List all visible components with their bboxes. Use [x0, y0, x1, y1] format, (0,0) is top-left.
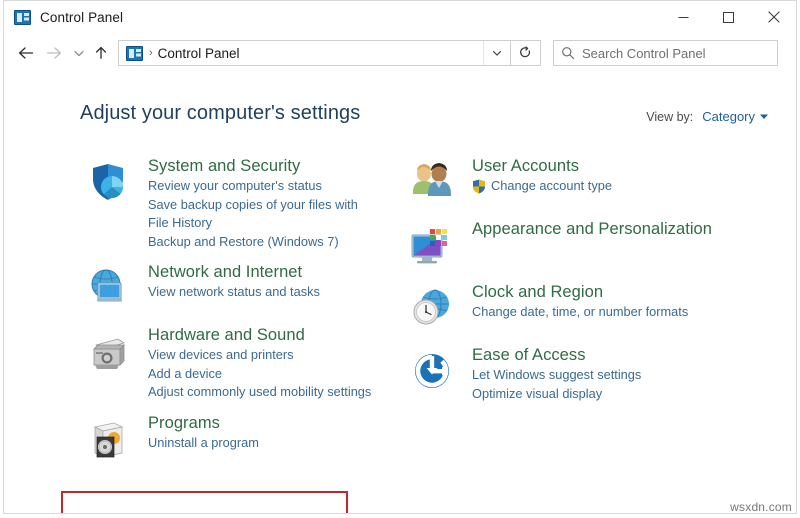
category-link[interactable]: Add a device	[148, 365, 380, 384]
refresh-button[interactable]	[511, 40, 541, 66]
category-link-label: Change account type	[491, 178, 612, 193]
ease-of-access-icon	[408, 347, 458, 397]
recent-locations-button[interactable]	[68, 39, 90, 67]
breadcrumb-separator: ›	[149, 47, 153, 59]
left-category-column: System and Security Review your computer…	[80, 156, 380, 476]
watermark: wsxdn.com	[730, 500, 792, 514]
category-link[interactable]: Let Windows suggest settings	[472, 366, 724, 385]
user-accounts-people-icon	[408, 158, 458, 208]
category-link[interactable]: Optimize visual display	[472, 385, 724, 404]
search-input[interactable]	[582, 45, 767, 61]
category-title[interactable]: User Accounts	[472, 156, 724, 177]
category-link[interactable]: Uninstall a program	[148, 434, 380, 453]
chevron-down-icon[interactable]	[760, 113, 768, 122]
network-globe-icon	[84, 264, 134, 314]
title-bar: Control Panel	[4, 1, 796, 33]
category-link[interactable]: Adjust commonly used mobility settings	[148, 383, 380, 402]
category-title[interactable]: System and Security	[148, 156, 380, 177]
category-title[interactable]: Clock and Region	[472, 282, 724, 303]
close-button[interactable]	[751, 1, 796, 33]
content-area: Adjust your computer's settings View by:…	[4, 73, 796, 513]
highlight-annotation-box	[61, 491, 348, 513]
uac-shield-icon	[472, 179, 486, 194]
programs-cd-box-icon	[84, 415, 134, 465]
maximize-button[interactable]	[706, 1, 751, 33]
navigation-bar: › Control Panel	[4, 33, 796, 73]
category-title[interactable]: Programs	[148, 413, 380, 434]
category-user-accounts: User Accounts Change account type	[404, 156, 724, 208]
category-system-and-security: System and Security Review your computer…	[80, 156, 380, 251]
view-by-control: View by: Category	[646, 109, 768, 124]
control-panel-icon	[126, 45, 143, 61]
category-clock-and-region: Clock and Region Change date, time, or n…	[404, 282, 724, 334]
minimize-button[interactable]	[661, 1, 706, 33]
appearance-monitor-icon	[408, 221, 458, 271]
category-appearance-and-personalization: Appearance and Personalization	[404, 219, 724, 271]
category-link[interactable]: Change account type	[472, 177, 724, 196]
printer-icon	[84, 327, 134, 377]
category-link[interactable]: View devices and printers	[148, 346, 380, 365]
chevron-down-icon[interactable]	[483, 41, 510, 65]
control-panel-icon	[14, 9, 31, 25]
category-link[interactable]: Save backup copies of your files with Fi…	[148, 196, 380, 233]
view-by-label: View by:	[646, 110, 694, 124]
breadcrumb-path[interactable]: Control Panel	[158, 46, 240, 61]
right-category-column: User Accounts Change account type Appear…	[404, 156, 724, 414]
category-title[interactable]: Hardware and Sound	[148, 325, 380, 346]
category-hardware-and-sound: Hardware and Sound View devices and prin…	[80, 325, 380, 402]
category-link[interactable]: Backup and Restore (Windows 7)	[148, 233, 380, 252]
category-network-and-internet: Network and Internet View network status…	[80, 262, 380, 314]
category-link[interactable]: Review your computer's status	[148, 177, 380, 196]
search-icon	[554, 46, 582, 60]
category-link[interactable]: Change date, time, or number formats	[472, 303, 724, 322]
control-panel-window: Control Panel › Control Panel Search Con…	[3, 0, 797, 514]
window-title: Control Panel	[40, 9, 124, 25]
page-title: Adjust your computer's settings	[80, 102, 361, 124]
category-programs: Programs Uninstall a program	[80, 413, 380, 465]
forward-button[interactable]	[40, 39, 68, 67]
view-by-value[interactable]: Category	[702, 109, 755, 124]
search-box[interactable]	[553, 40, 778, 66]
category-title[interactable]: Appearance and Personalization	[472, 219, 724, 240]
category-title[interactable]: Ease of Access	[472, 345, 724, 366]
up-button[interactable]	[90, 39, 112, 67]
category-link[interactable]: View network status and tasks	[148, 283, 380, 302]
clock-region-icon	[408, 284, 458, 334]
category-ease-of-access: Ease of Access Let Windows suggest setti…	[404, 345, 724, 403]
back-button[interactable]	[12, 39, 40, 67]
address-bar[interactable]: › Control Panel	[118, 40, 511, 66]
category-title[interactable]: Network and Internet	[148, 262, 380, 283]
shield-security-icon	[84, 158, 134, 208]
caption-buttons	[661, 1, 796, 33]
